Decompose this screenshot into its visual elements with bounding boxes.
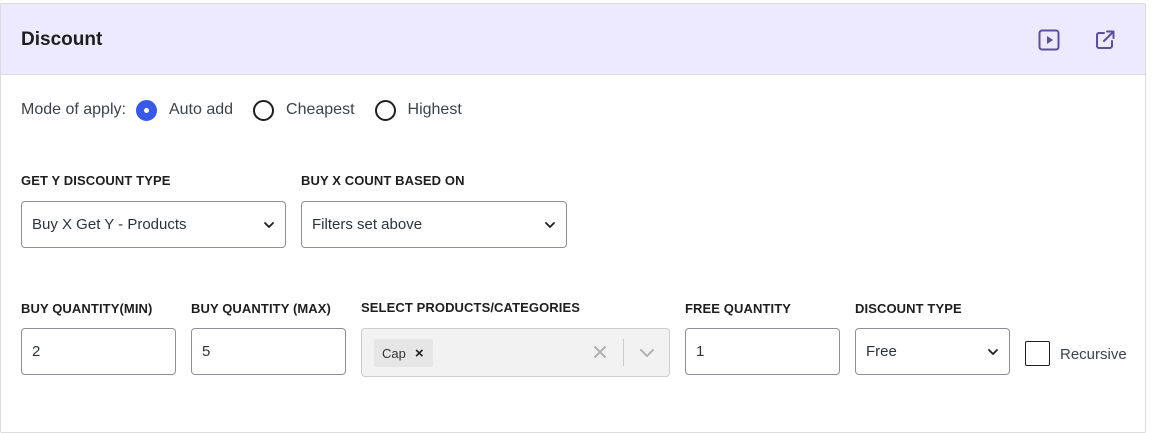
chevron-down-icon[interactable] <box>638 344 656 362</box>
buy-x-count-based-on-select[interactable]: Filters set above <box>301 201 567 248</box>
product-tag-label: Cap <box>382 345 406 361</box>
radio-highest[interactable] <box>374 99 396 121</box>
select-products-label: SELECT PRODUCTS/CATEGORIES <box>361 300 581 315</box>
radio-auto-add[interactable] <box>135 99 157 121</box>
play-video-icon[interactable] <box>1037 28 1061 52</box>
recursive-checkbox[interactable] <box>1025 341 1050 366</box>
product-tag-cap: Cap × <box>374 339 433 367</box>
indicator-separator <box>623 339 624 366</box>
buy-x-count-based-on-label: BUY X COUNT BASED ON <box>301 173 465 188</box>
buy-qty-min-label: BUY QUANTITY(MIN) <box>21 301 153 316</box>
radio-cheapest[interactable] <box>253 99 275 121</box>
free-quantity-value: 1 <box>696 343 705 360</box>
buy-qty-min-value: 2 <box>32 343 41 360</box>
panel-title: Discount <box>21 29 103 50</box>
get-y-discount-type-label: GET Y DISCOUNT TYPE <box>21 173 171 188</box>
buy-qty-max-input[interactable]: 5 <box>191 328 346 375</box>
recursive-label[interactable]: Recursive <box>1060 346 1127 363</box>
buy-qty-max-value: 5 <box>202 343 211 360</box>
chevron-down-icon <box>545 222 555 228</box>
mode-of-apply: Mode of apply: Auto add Cheapest Highest <box>21 95 482 125</box>
discount-type-select[interactable]: Free <box>855 328 1010 375</box>
chevron-down-icon <box>988 349 998 355</box>
buy-x-count-based-on-value: Filters set above <box>312 216 423 233</box>
buy-qty-max-label: BUY QUANTITY (MAX) <box>191 301 331 316</box>
panel-header: Discount <box>1 4 1145 75</box>
select-products-multiselect[interactable]: Cap × <box>361 328 670 377</box>
get-y-discount-type-value: Buy X Get Y - Products <box>32 216 187 233</box>
radio-cheapest-label[interactable]: Cheapest <box>286 101 355 119</box>
free-quantity-input[interactable]: 1 <box>685 328 840 375</box>
mode-label: Mode of apply: <box>21 101 126 118</box>
discount-panel: Discount Mode of apply: Auto add Cheapes… <box>0 3 1146 433</box>
free-quantity-label: FREE QUANTITY <box>685 301 792 316</box>
external-link-icon[interactable] <box>1093 28 1117 52</box>
tag-remove-icon[interactable]: × <box>415 345 424 362</box>
chevron-down-icon <box>264 222 274 228</box>
radio-auto-add-label[interactable]: Auto add <box>169 101 233 119</box>
radio-highest-label[interactable]: Highest <box>408 101 462 119</box>
discount-type-label: DISCOUNT TYPE <box>855 301 962 316</box>
discount-type-value: Free <box>866 343 897 360</box>
get-y-discount-type-select[interactable]: Buy X Get Y - Products <box>21 201 286 248</box>
buy-qty-min-input[interactable]: 2 <box>21 328 176 375</box>
clear-icon[interactable] <box>591 343 609 361</box>
